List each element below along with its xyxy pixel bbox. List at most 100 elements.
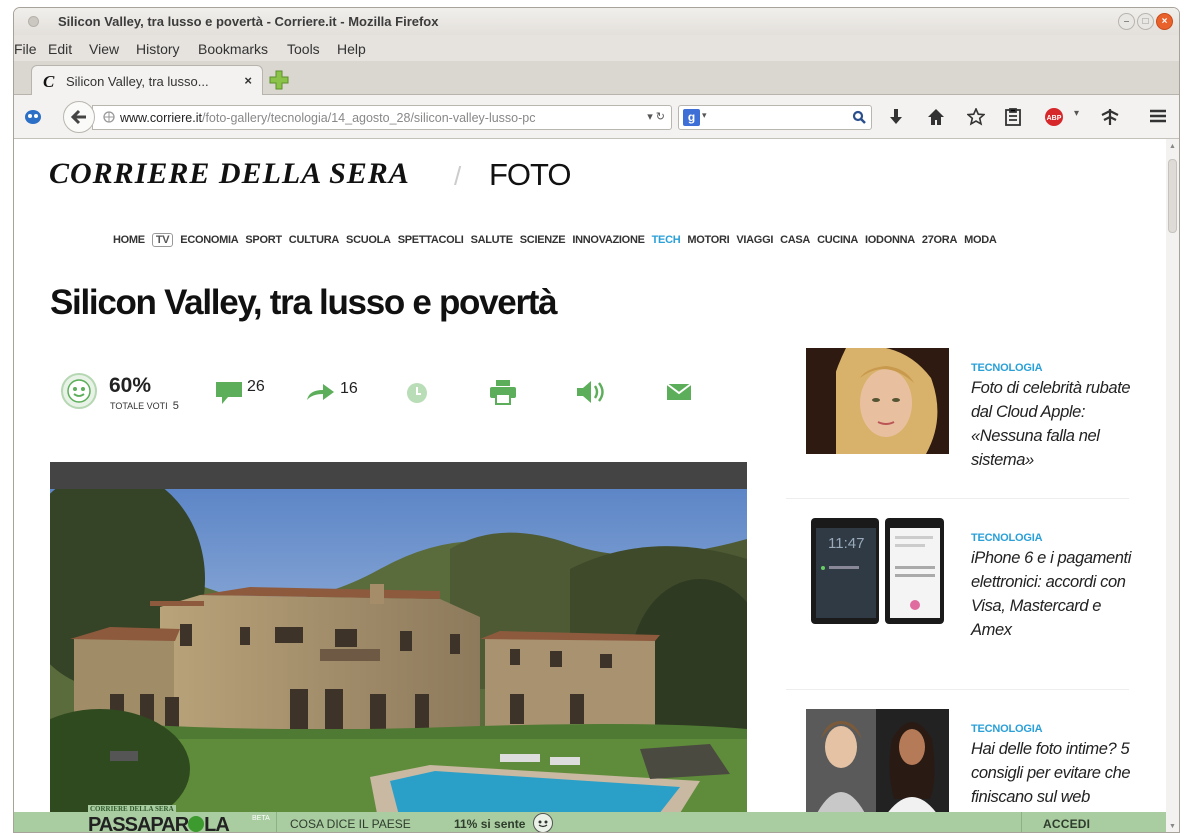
related-category[interactable]: TECNOLOGIA	[971, 723, 1043, 735]
clock-icon[interactable]	[406, 382, 428, 404]
download-icon[interactable]	[888, 108, 904, 126]
title-bar: Silicon Valley, tra lusso e povertà - Co…	[14, 8, 1179, 35]
share-count: 16	[340, 380, 358, 397]
menu-help[interactable]: Help	[337, 41, 366, 57]
scroll-down-icon[interactable]: ▼	[1169, 823, 1176, 830]
scroll-up-icon[interactable]: ▲	[1169, 143, 1176, 150]
hamburger-menu-icon[interactable]	[1149, 109, 1167, 123]
menu-edit[interactable]: Edit	[48, 41, 72, 57]
nav-casa[interactable]: CASA	[780, 234, 810, 246]
smiley-rating-icon[interactable]	[61, 373, 97, 409]
tab-active[interactable]: C Silicon Valley, tra lusso... ×	[31, 65, 263, 96]
smiley-icon[interactable]	[533, 813, 553, 832]
passaparola-bar: CORRIERE DELLA SERA PASSAPAR LA BETA COSA…	[14, 805, 1166, 832]
accedi-button[interactable]: ACCEDI	[1043, 817, 1090, 831]
nav-economia[interactable]: ECONOMIA	[180, 234, 238, 246]
search-icon[interactable]	[852, 110, 866, 124]
passaparola-o-icon	[188, 816, 205, 832]
nav-tech[interactable]: TECH	[652, 234, 681, 246]
app-icon[interactable]	[24, 109, 42, 125]
globe-icon	[103, 111, 115, 123]
nav-tv[interactable]: TV	[151, 233, 174, 247]
corriere-favicon-icon: C	[43, 72, 55, 91]
menu-tools[interactable]: Tools	[287, 41, 320, 57]
vertical-scrollbar[interactable]: ▲ ▼	[1165, 139, 1179, 832]
related-card[interactable]: TECNOLOGIA Hai delle foto intime? 5 cons…	[806, 709, 1131, 812]
bookmark-star-icon[interactable]	[967, 108, 985, 126]
print-icon[interactable]	[489, 379, 517, 405]
svg-text:ABP: ABP	[1047, 115, 1062, 122]
nav-innovazione[interactable]: INNOVAZIONE	[572, 234, 645, 246]
related-thumbnail[interactable]	[806, 709, 949, 812]
nav-motori[interactable]: MOTORI	[687, 234, 729, 246]
social-toolbar: 60% TOTALE VOTI 5 26 16	[61, 373, 741, 423]
comment-icon[interactable]	[215, 381, 243, 405]
masthead-logo[interactable]: CORRIERE DELLA SERA	[49, 157, 410, 191]
minimize-icon[interactable]: –	[1118, 13, 1135, 30]
divider	[276, 812, 277, 832]
nav-cultura[interactable]: CULTURA	[289, 234, 340, 246]
nav-salute[interactable]: SALUTE	[471, 234, 514, 246]
related-category[interactable]: TECNOLOGIA	[971, 532, 1043, 544]
reading-list-icon[interactable]	[1005, 108, 1021, 126]
email-icon[interactable]	[666, 383, 692, 401]
gallery-header-bar	[50, 462, 747, 489]
navigation-toolbar: www.corriere.it/foto-gallery/tecnologia/…	[14, 95, 1179, 139]
browser-window: Silicon Valley, tra lusso e povertà - Co…	[13, 7, 1180, 833]
nav-scuola[interactable]: SCUOLA	[346, 234, 391, 246]
back-arrow-icon	[70, 109, 86, 125]
extension-icon[interactable]	[1100, 108, 1120, 126]
nav-iodonna[interactable]: IODONNA	[865, 234, 915, 246]
beta-badge: BETA	[252, 815, 270, 822]
cosa-dice-link[interactable]: COSA DICE IL PAESE	[290, 817, 411, 831]
masthead-separator: /	[454, 161, 462, 191]
close-window-icon[interactable]: ×	[1156, 13, 1173, 30]
menu-bookmarks[interactable]: Bookmarks	[198, 41, 268, 57]
divider	[786, 498, 1129, 499]
nav-27ora[interactable]: 27ORA	[922, 234, 957, 246]
passaparola-logo[interactable]: PASSAPAR LA	[88, 814, 230, 832]
adblock-dropdown-icon[interactable]: ▾	[1074, 108, 1079, 119]
dropdown-reload-icon[interactable]: ▾ ↻	[647, 110, 665, 123]
comment-count: 26	[247, 378, 265, 395]
related-category[interactable]: TECNOLOGIA	[971, 362, 1043, 374]
nav-moda[interactable]: MODA	[964, 234, 997, 246]
url-text[interactable]: www.corriere.it/foto-gallery/tecnologia/…	[120, 111, 628, 125]
adblock-icon[interactable]: ABP	[1044, 107, 1064, 127]
menu-view[interactable]: View	[89, 41, 119, 57]
related-articles: TECNOLOGIA Foto di celebrità rubate dal …	[786, 348, 1131, 812]
related-title[interactable]: Foto di celebrità rubate dal Cloud Apple…	[971, 376, 1131, 472]
rating-percent: 60%	[109, 374, 152, 397]
nav-home[interactable]: HOME	[113, 234, 145, 246]
nav-scienze[interactable]: SCIENZE	[520, 234, 566, 246]
engine-dropdown-icon[interactable]: ▾	[702, 110, 707, 121]
nav-spettacoli[interactable]: SPETTACOLI	[398, 234, 464, 246]
related-card[interactable]: 11:47 TECNOLOGIA iPhone 6 e i pagamenti …	[806, 518, 1131, 639]
menu-file[interactable]: File	[14, 41, 37, 57]
window-menu-icon[interactable]	[28, 16, 39, 27]
related-thumbnail[interactable]: 11:47	[811, 518, 944, 624]
nav-sport[interactable]: SPORT	[245, 234, 282, 246]
tab-title: Silicon Valley, tra lusso...	[66, 74, 209, 89]
nav-viaggi[interactable]: VIAGGI	[736, 234, 773, 246]
new-tab-icon[interactable]	[269, 70, 289, 90]
gallery-photo[interactable]	[50, 489, 747, 812]
maximize-icon[interactable]: □	[1137, 13, 1154, 30]
tab-close-icon[interactable]: ×	[244, 73, 252, 88]
menu-history[interactable]: History	[136, 41, 180, 57]
mood-percent: 11% si sente	[454, 817, 526, 831]
search-bar[interactable]: g ▾	[678, 105, 872, 130]
rating-votes: TOTALE VOTI 5	[110, 400, 179, 412]
home-icon[interactable]	[927, 108, 945, 126]
nav-cucina[interactable]: CUCINA	[817, 234, 858, 246]
section-title[interactable]: FOTO	[489, 157, 572, 193]
back-button[interactable]	[63, 101, 95, 133]
related-card[interactable]: TECNOLOGIA Foto di celebrità rubate dal …	[806, 348, 1131, 469]
scrollbar-thumb[interactable]	[1168, 159, 1177, 233]
related-title[interactable]: iPhone 6 e i pagamenti elettronici: acco…	[971, 546, 1131, 642]
url-bar[interactable]: www.corriere.it/foto-gallery/tecnologia/…	[92, 105, 672, 130]
related-title[interactable]: Hai delle foto intime? 5 consigli per ev…	[971, 737, 1131, 809]
related-thumbnail[interactable]	[806, 348, 949, 454]
audio-speaker-icon[interactable]	[575, 379, 605, 405]
share-arrow-icon[interactable]	[305, 381, 335, 401]
